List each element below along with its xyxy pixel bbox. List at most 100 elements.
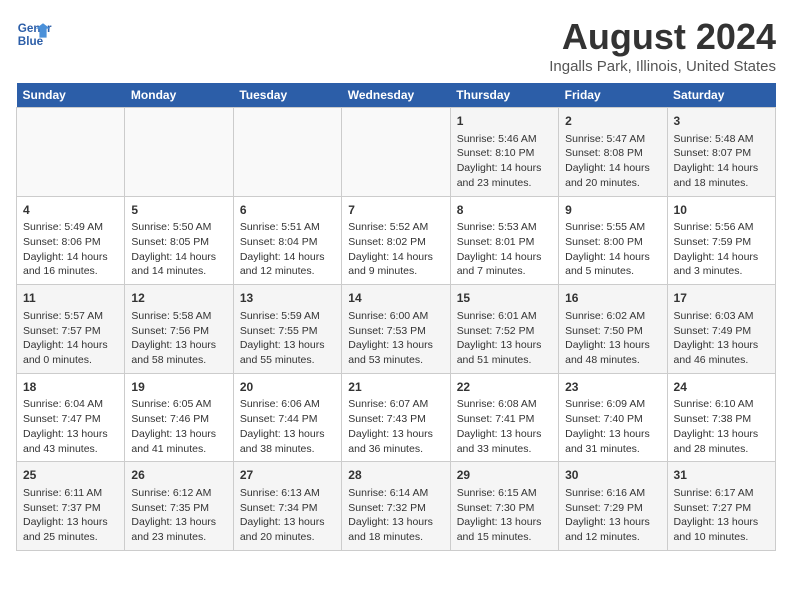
day-number: 22 [457, 379, 552, 396]
calendar-cell: 13Sunrise: 5:59 AMSunset: 7:55 PMDayligh… [233, 285, 341, 374]
day-number: 24 [674, 379, 769, 396]
calendar-cell: 3 Sunrise: 5:48 AMSunset: 8:07 PMDaylight… [667, 108, 775, 197]
calendar-cell: 26Sunrise: 6:12 AMSunset: 7:35 PMDayligh… [125, 462, 233, 551]
day-number: 15 [457, 290, 552, 307]
day-number: 21 [348, 379, 443, 396]
day-number: 14 [348, 290, 443, 307]
day-detail: Sunset: 7:56 PM [131, 324, 226, 339]
day-detail: Sunset: 8:00 PM [565, 235, 660, 250]
day-detail: Daylight: 13 hours [23, 427, 118, 442]
day-detail: Daylight: 13 hours [240, 515, 335, 530]
weekday-header-friday: Friday [559, 83, 667, 108]
calendar-body: 1Sunrise: 5:46 AMSunset: 8:10 PMDaylight… [17, 108, 776, 551]
day-detail: Sunrise: 6:17 AM [674, 486, 769, 501]
calendar-header: SundayMondayTuesdayWednesdayThursdayFrid… [17, 83, 776, 108]
day-detail: Sunset: 7:50 PM [565, 324, 660, 339]
day-number: 7 [348, 202, 443, 219]
day-detail: Sunset: 7:57 PM [23, 324, 118, 339]
day-detail: Daylight: 13 hours [131, 427, 226, 442]
main-title: August 2024 [549, 16, 776, 58]
day-detail: Sunset: 7:41 PM [457, 412, 552, 427]
calendar-cell: 11Sunrise: 5:57 AMSunset: 7:57 PMDayligh… [17, 285, 125, 374]
day-detail: Daylight: 14 hours [240, 250, 335, 265]
day-detail: Sunset: 7:43 PM [348, 412, 443, 427]
day-detail: Daylight: 14 hours [674, 161, 769, 176]
day-detail: Sunset: 7:38 PM [674, 412, 769, 427]
header: General Blue August 2024 Ingalls Park, I… [16, 16, 776, 75]
day-detail: and 3 minutes. [674, 264, 769, 279]
calendar-cell: 14Sunrise: 6:00 AMSunset: 7:53 PMDayligh… [342, 285, 450, 374]
day-number: 20 [240, 379, 335, 396]
day-detail: and 48 minutes. [565, 353, 660, 368]
day-detail: Sunrise: 6:02 AM [565, 309, 660, 324]
day-detail: Daylight: 13 hours [565, 427, 660, 442]
calendar-cell: 8Sunrise: 5:53 AMSunset: 8:01 PMDaylight… [450, 196, 558, 285]
day-detail: and 46 minutes. [674, 353, 769, 368]
day-detail: Sunset: 8:07 PM [674, 146, 769, 161]
day-number: 5 [131, 202, 226, 219]
day-detail: Sunset: 7:55 PM [240, 324, 335, 339]
day-number: 19 [131, 379, 226, 396]
day-detail: Daylight: 13 hours [565, 515, 660, 530]
day-detail: Sunrise: 5:48 AM [674, 132, 769, 147]
week-row-3: 11Sunrise: 5:57 AMSunset: 7:57 PMDayligh… [17, 285, 776, 374]
day-detail: Daylight: 14 hours [131, 250, 226, 265]
day-detail: and 43 minutes. [23, 442, 118, 457]
day-detail: Sunrise: 6:00 AM [348, 309, 443, 324]
calendar-cell: 5Sunrise: 5:50 AMSunset: 8:05 PMDaylight… [125, 196, 233, 285]
day-detail: Daylight: 14 hours [674, 250, 769, 265]
day-detail: Daylight: 14 hours [348, 250, 443, 265]
day-detail: and 23 minutes. [131, 530, 226, 545]
day-number: 9 [565, 202, 660, 219]
day-detail: Daylight: 14 hours [565, 161, 660, 176]
calendar-cell: 28Sunrise: 6:14 AMSunset: 7:32 PMDayligh… [342, 462, 450, 551]
day-detail: Sunset: 8:02 PM [348, 235, 443, 250]
day-detail: Daylight: 13 hours [674, 515, 769, 530]
calendar-cell: 23Sunrise: 6:09 AMSunset: 7:40 PMDayligh… [559, 373, 667, 462]
calendar-cell: 25Sunrise: 6:11 AMSunset: 7:37 PMDayligh… [17, 462, 125, 551]
day-detail: Sunrise: 5:51 AM [240, 220, 335, 235]
day-detail: and 53 minutes. [348, 353, 443, 368]
calendar-cell: 18Sunrise: 6:04 AMSunset: 7:47 PMDayligh… [17, 373, 125, 462]
day-detail: Sunrise: 6:15 AM [457, 486, 552, 501]
day-number: 18 [23, 379, 118, 396]
day-detail: and 15 minutes. [457, 530, 552, 545]
week-row-2: 4Sunrise: 5:49 AMSunset: 8:06 PMDaylight… [17, 196, 776, 285]
day-number: 26 [131, 467, 226, 484]
day-detail: Sunrise: 6:14 AM [348, 486, 443, 501]
calendar-cell: 6Sunrise: 5:51 AMSunset: 8:04 PMDaylight… [233, 196, 341, 285]
calendar-cell: 4Sunrise: 5:49 AMSunset: 8:06 PMDaylight… [17, 196, 125, 285]
subtitle: Ingalls Park, Illinois, United States [549, 58, 776, 75]
day-detail: Sunrise: 6:09 AM [565, 397, 660, 412]
day-detail: Sunrise: 6:13 AM [240, 486, 335, 501]
day-detail: Sunrise: 5:53 AM [457, 220, 552, 235]
calendar-cell: 30Sunrise: 6:16 AMSunset: 7:29 PMDayligh… [559, 462, 667, 551]
calendar-cell: 19Sunrise: 6:05 AMSunset: 7:46 PMDayligh… [125, 373, 233, 462]
weekday-header-saturday: Saturday [667, 83, 775, 108]
day-detail: Sunrise: 5:47 AM [565, 132, 660, 147]
day-detail: Sunrise: 6:05 AM [131, 397, 226, 412]
day-detail: Sunset: 8:10 PM [457, 146, 552, 161]
day-detail: Sunset: 7:46 PM [131, 412, 226, 427]
day-detail: and 18 minutes. [674, 176, 769, 191]
day-detail: and 0 minutes. [23, 353, 118, 368]
day-number: 12 [131, 290, 226, 307]
calendar-cell: 20Sunrise: 6:06 AMSunset: 7:44 PMDayligh… [233, 373, 341, 462]
day-detail: Sunset: 7:29 PM [565, 501, 660, 516]
svg-text:General: General [18, 22, 52, 35]
day-detail: Daylight: 13 hours [240, 338, 335, 353]
day-detail: Sunset: 7:59 PM [674, 235, 769, 250]
day-detail: and 31 minutes. [565, 442, 660, 457]
day-detail: and 51 minutes. [457, 353, 552, 368]
day-detail: and 18 minutes. [348, 530, 443, 545]
day-detail: and 23 minutes. [457, 176, 552, 191]
day-detail: Sunrise: 6:01 AM [457, 309, 552, 324]
day-detail: and 5 minutes. [565, 264, 660, 279]
day-detail: Sunset: 7:49 PM [674, 324, 769, 339]
day-detail: Sunrise: 5:46 AM [457, 132, 552, 147]
week-row-5: 25Sunrise: 6:11 AMSunset: 7:37 PMDayligh… [17, 462, 776, 551]
day-number: 3 [674, 113, 769, 130]
weekday-header-thursday: Thursday [450, 83, 558, 108]
day-detail: Sunset: 7:53 PM [348, 324, 443, 339]
day-detail: Sunset: 8:06 PM [23, 235, 118, 250]
